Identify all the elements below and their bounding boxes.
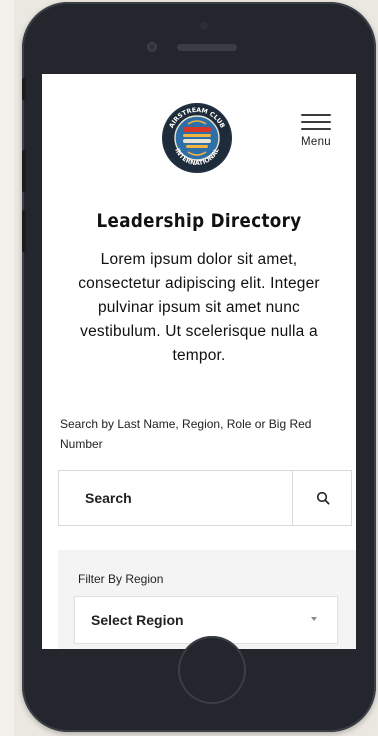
earpiece-speaker [177, 44, 237, 51]
hamburger-icon [301, 114, 331, 130]
chevron-down-icon [311, 617, 317, 621]
volume-up-button [22, 150, 26, 192]
home-button[interactable] [178, 636, 246, 704]
page-title: Leadership Directory [96, 210, 302, 232]
search-help-text: Search by Last Name, Region, Role or Big… [60, 417, 312, 451]
region-select-value: Select Region [91, 612, 184, 628]
search-button[interactable] [292, 471, 352, 525]
page-background-left [0, 0, 14, 736]
intro-paragraph: Lorem ipsum dolor sit amet, consectetur … [78, 251, 320, 364]
search-box [58, 470, 352, 526]
proximity-sensor [200, 22, 208, 30]
front-camera [147, 42, 157, 52]
search-input[interactable] [59, 471, 293, 525]
menu-label: Menu [301, 136, 331, 148]
menu-button[interactable]: Menu [290, 114, 342, 148]
airstream-club-logo[interactable]: AIRSTREAM CLUB INTERNATIONAL [161, 102, 233, 174]
volume-down-button [22, 210, 26, 252]
mute-switch [22, 78, 26, 100]
filter-label: Filter By Region [78, 572, 164, 586]
phone-screen: AIRSTREAM CLUB INTERNATIONAL Menu Leader… [42, 74, 356, 649]
filter-panel: Filter By Region Select Region [58, 550, 356, 649]
search-icon [316, 491, 329, 505]
phone-frame: AIRSTREAM CLUB INTERNATIONAL Menu Leader… [22, 2, 376, 732]
